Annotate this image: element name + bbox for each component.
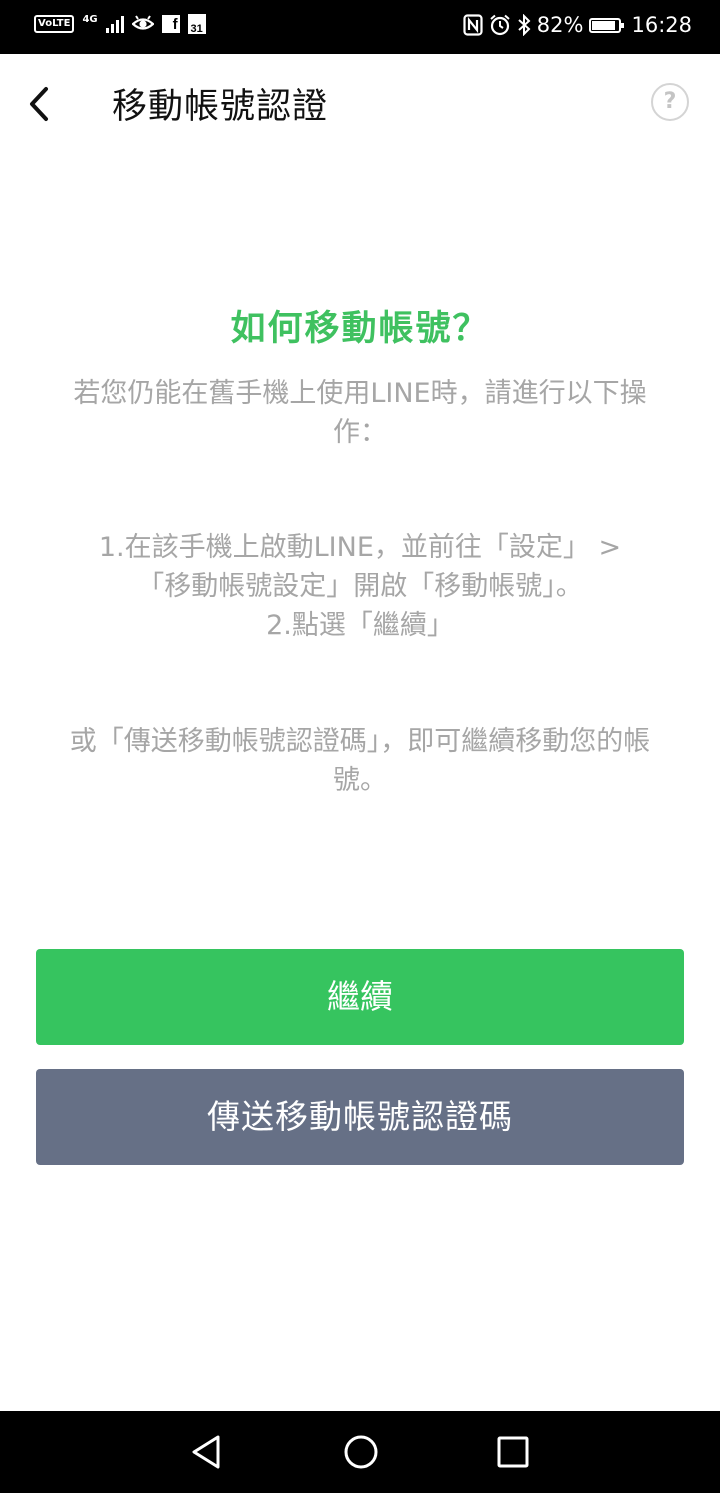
eye-comfort-icon [131,15,154,30]
battery-icon [589,17,625,33]
nfc-icon [463,14,483,36]
continue-button[interactable]: 繼續 [36,949,684,1045]
nav-back-button[interactable] [186,1431,228,1473]
alarm-icon [490,14,510,36]
send-code-button[interactable]: 傳送移動帳號認證碼 [36,1069,684,1165]
volte-icon: VoLTE [34,15,75,33]
step-line: 2.點選「繼續」 [266,610,454,641]
calendar-icon: 31 [187,14,206,35]
page-title: 移動帳號認證 [112,87,329,127]
triangle-back-icon [192,1435,220,1469]
intro-text: 若您仍能在舊手機上使用LINE時，請進行以下操作： [73,378,647,448]
battery-percent: 82% [536,13,584,37]
square-recent-icon [497,1436,529,1468]
app-header: 移動帳號認證 ? [0,54,720,154]
clock: 16:28 [631,13,692,37]
status-left-icons: VoLTE 4G f 31 [34,14,206,35]
bluetooth-icon [518,14,531,36]
nav-home-button[interactable] [340,1431,382,1473]
chevron-left-icon [30,87,48,121]
facebook-icon: f [161,15,180,33]
help-button[interactable]: ? [651,83,689,121]
network-type-icon: 4G [82,14,98,25]
question-circle-icon: ? [663,89,677,114]
status-bar: VoLTE 4G f 31 82% 16:28 [0,0,720,54]
step-line: 1.在該手機上啟動LINE，並前往「設定」 > [98,532,622,563]
nav-recent-button[interactable] [492,1431,534,1473]
steps-list: 1.在該手機上啟動LINE，並前往「設定」 > 「移動帳號設定」開啟「移動帳號」… [50,528,670,645]
section-heading: 如何移動帳號？ [230,309,490,349]
back-button[interactable] [22,82,58,126]
signal-icon [105,15,124,33]
status-right-icons: 82% 16:28 [463,13,692,37]
alternative-text: 或「傳送移動帳號認證碼」，即可繼續移動您的帳號。 [69,726,651,796]
step-line: 「移動帳號設定」開啟「移動帳號」。 [137,571,583,602]
system-nav-bar [0,1411,720,1493]
circle-home-icon [344,1435,378,1469]
